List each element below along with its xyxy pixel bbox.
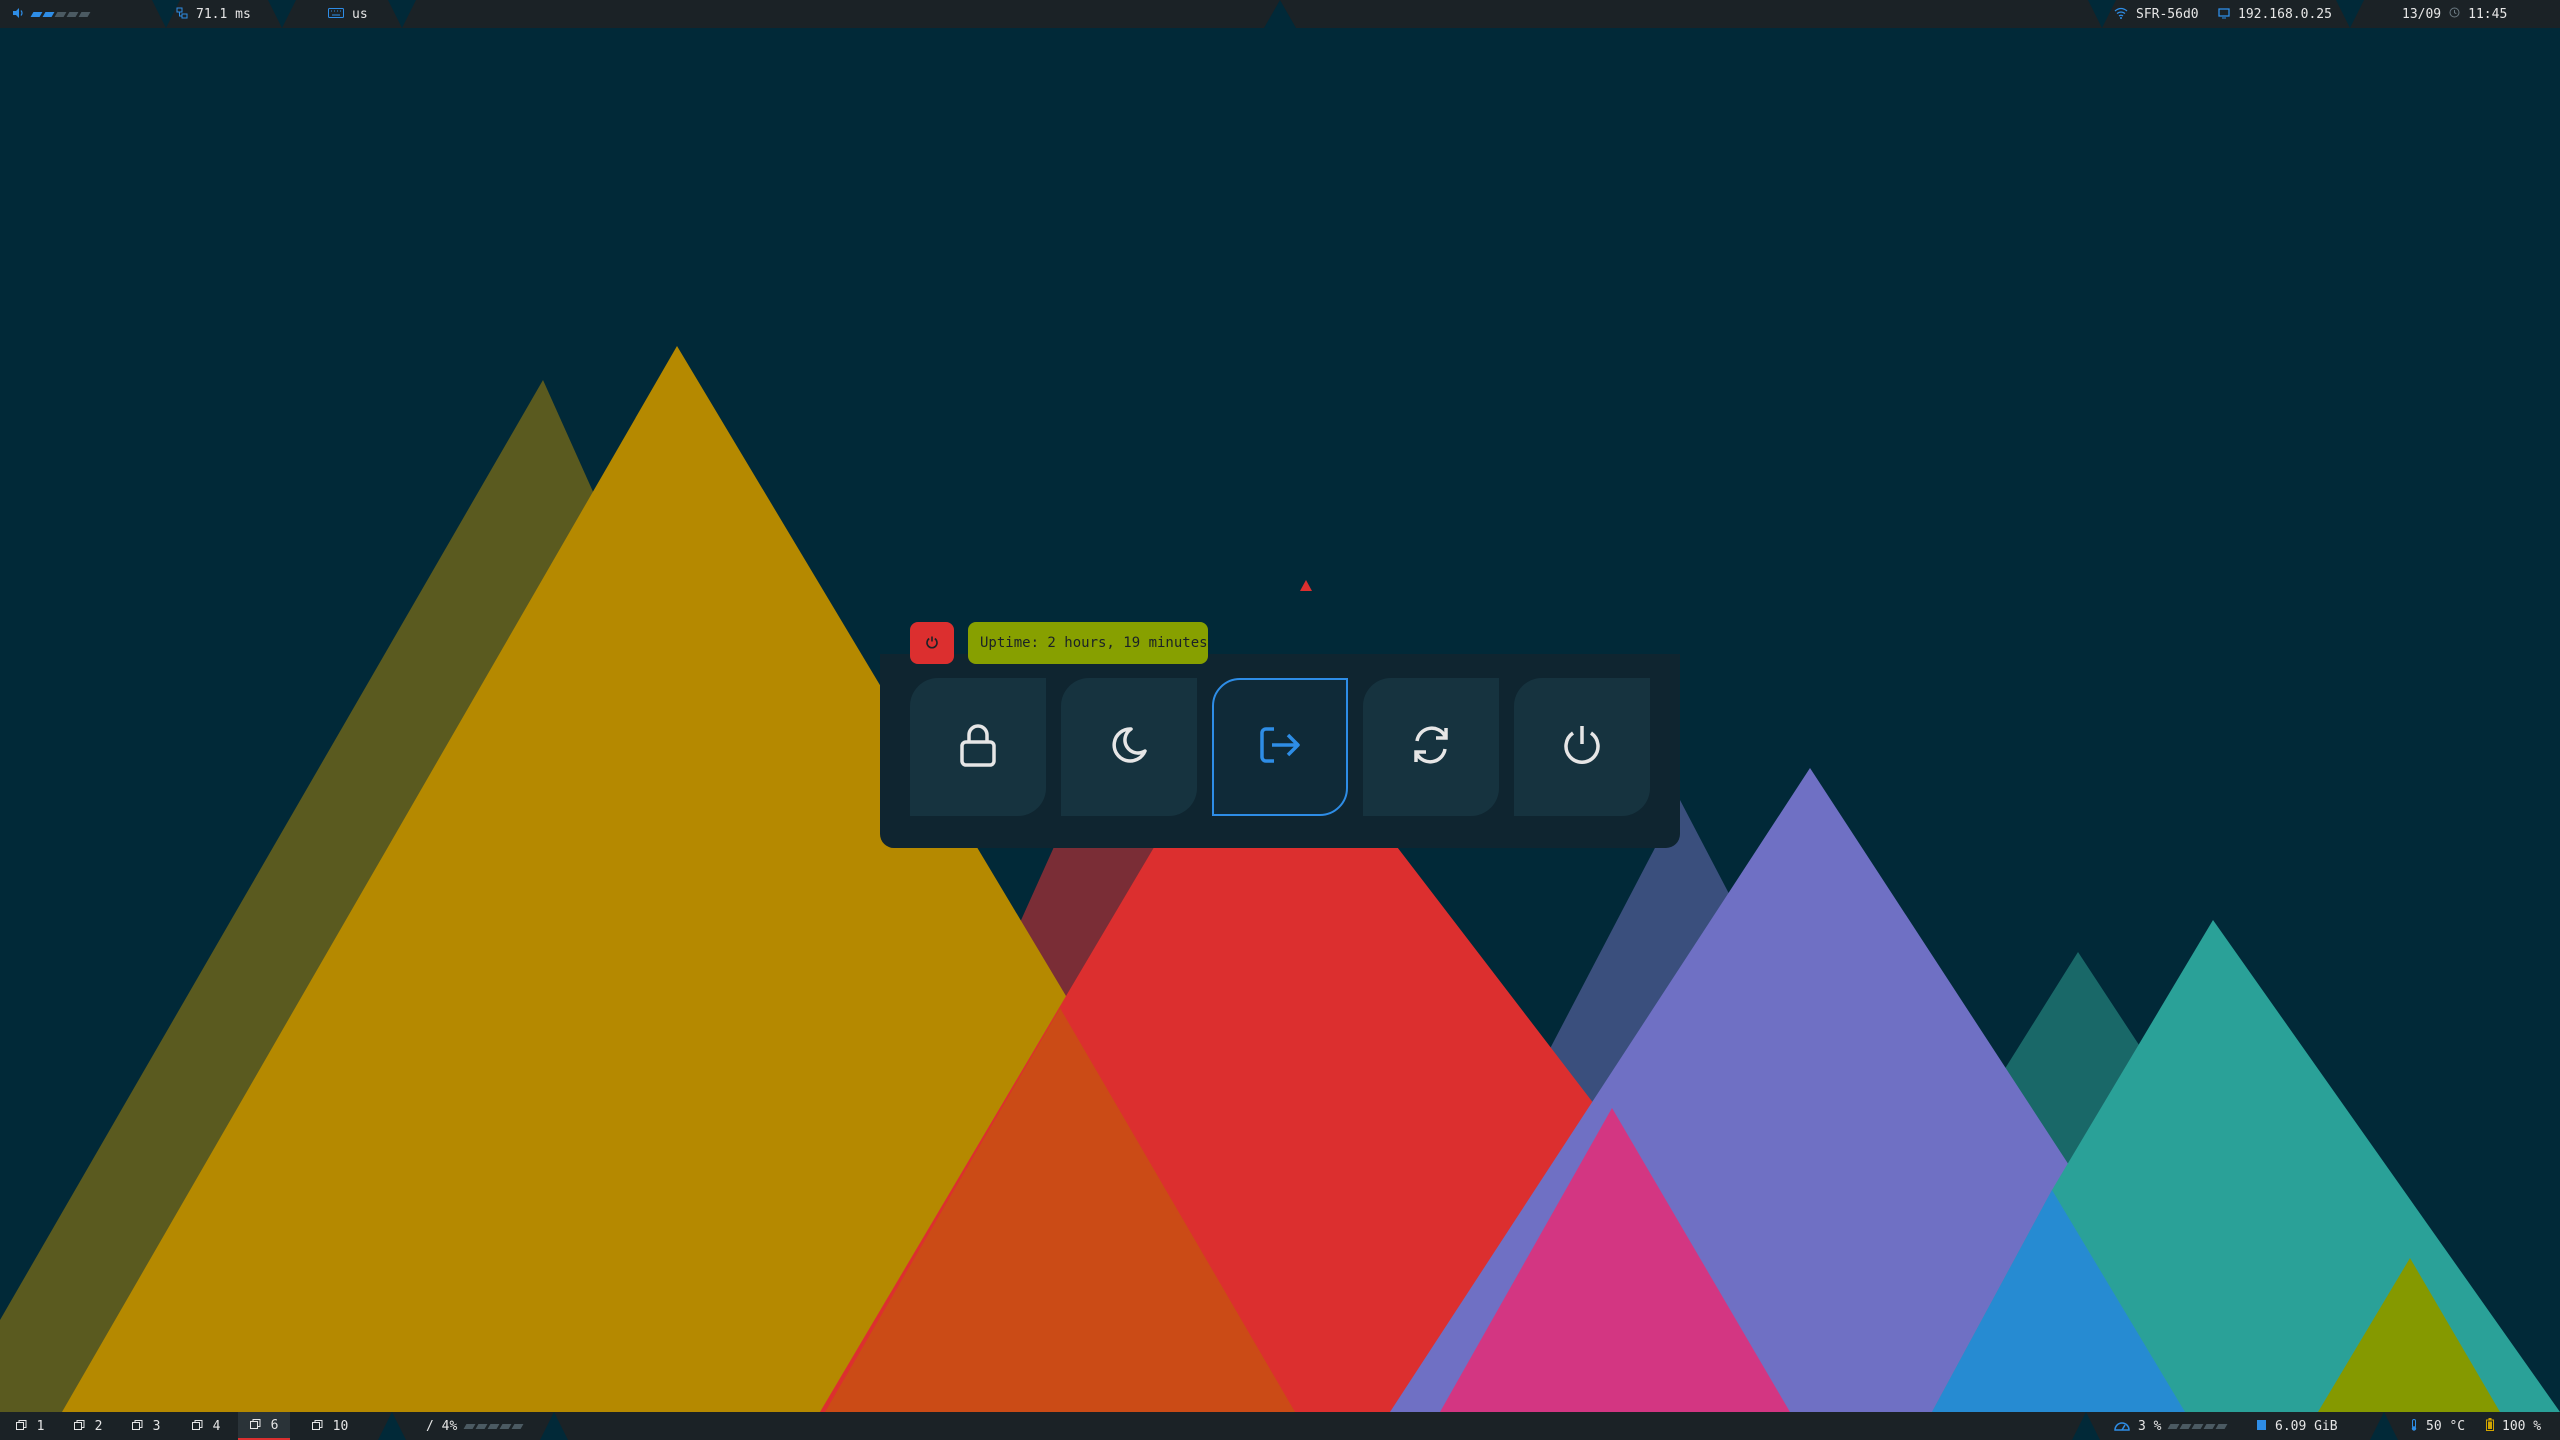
separator [2072, 1412, 2100, 1440]
keyboard-module[interactable]: us [328, 0, 368, 28]
lock-button[interactable] [910, 678, 1046, 816]
workspace-1[interactable]: 1 [4, 1412, 56, 1440]
window-icon [311, 1419, 323, 1434]
workspace-label: 6 [270, 1417, 279, 1433]
speaker-icon [12, 7, 24, 22]
window-icon [191, 1419, 203, 1434]
workspace-label: 2 [94, 1418, 103, 1434]
cpu-icon [2114, 1419, 2130, 1434]
window-icon [73, 1419, 85, 1434]
battery-icon [2486, 1418, 2494, 1434]
ping-module[interactable]: 71.1 ms [176, 0, 251, 28]
memory-icon [2256, 1419, 2267, 1434]
cpu-module[interactable]: 3 % [2114, 1412, 2228, 1440]
memory-value: 6.09 GiB [2275, 1418, 2338, 1434]
power-icon [1561, 723, 1603, 771]
separator [540, 1412, 568, 1440]
uptime-label: Uptime: 2 hours, 19 minutes [968, 622, 1208, 664]
lock-icon [958, 722, 998, 772]
disk-usage: / 4% [426, 1418, 458, 1434]
workspace-3[interactable]: 3 [120, 1412, 172, 1440]
window-icon [131, 1419, 143, 1434]
battery-value: 100 % [2502, 1418, 2542, 1434]
workspace-label: 1 [36, 1418, 45, 1434]
cpu-level [2168, 1423, 2228, 1429]
clock-module[interactable]: 13/09 11:45 [2402, 0, 2507, 28]
keyboard-layout: us [352, 6, 368, 22]
ip-address: 192.168.0.25 [2238, 6, 2332, 22]
thermometer-icon [2410, 1418, 2418, 1434]
network-icon [176, 7, 188, 22]
clock-icon [2449, 7, 2460, 21]
temperature-module[interactable]: 50 °C [2410, 1412, 2465, 1440]
workspace-label: 3 [152, 1418, 161, 1434]
suspend-button[interactable] [1061, 678, 1197, 816]
workspace-10[interactable]: 10 [300, 1412, 360, 1440]
ping-value: 71.1 ms [196, 6, 251, 22]
temperature-value: 50 °C [2426, 1418, 2466, 1434]
logout-icon [1258, 725, 1302, 769]
time-value: 11:45 [2468, 6, 2508, 22]
ethernet-icon [2218, 7, 2230, 22]
workspace-4[interactable]: 4 [180, 1412, 232, 1440]
cpu-value: 3 % [2138, 1418, 2162, 1434]
power-badge [910, 622, 954, 664]
separator [378, 1412, 406, 1440]
disk-module[interactable]: / 4% [426, 1412, 524, 1440]
volume-module[interactable] [12, 0, 91, 28]
wifi-module[interactable]: SFR-56d0 [2114, 0, 2199, 28]
menu-caret-icon [1300, 580, 1312, 591]
ip-module[interactable]: 192.168.0.25 [2218, 0, 2332, 28]
separator [2088, 0, 2116, 28]
reboot-icon [1409, 723, 1453, 771]
moon-icon [1109, 725, 1149, 769]
workspace-6[interactable]: 6 [238, 1412, 290, 1440]
bar-notch [1264, 0, 1296, 28]
disk-level [463, 1423, 524, 1429]
wifi-ssid: SFR-56d0 [2136, 6, 2199, 22]
reboot-button[interactable] [1363, 678, 1499, 816]
separator [2370, 1412, 2398, 1440]
memory-module[interactable]: 6.09 GiB [2256, 1412, 2338, 1440]
separator [388, 0, 416, 28]
volume-level [30, 11, 91, 17]
workspace-label: 4 [212, 1418, 221, 1434]
logout-button[interactable] [1212, 678, 1348, 816]
wifi-icon [2114, 7, 2128, 22]
shutdown-button[interactable] [1514, 678, 1650, 816]
separator [2336, 0, 2364, 28]
workspace-label: 10 [332, 1418, 349, 1434]
keyboard-icon [328, 7, 344, 22]
bottom-bar: 1 2 3 4 6 10 / 4% 3 % 6.09 GiB 50 °C 100… [0, 1412, 2560, 1440]
power-icon [925, 634, 939, 653]
separator [268, 0, 296, 28]
date-value: 13/09 [2402, 6, 2442, 22]
window-icon [15, 1419, 27, 1434]
top-bar: 71.1 ms us SFR-56d0 192.168.0.25 13/09 1… [0, 0, 2560, 28]
workspace-2[interactable]: 2 [62, 1412, 114, 1440]
battery-module[interactable]: 100 % [2486, 1412, 2541, 1440]
window-icon [249, 1418, 261, 1433]
